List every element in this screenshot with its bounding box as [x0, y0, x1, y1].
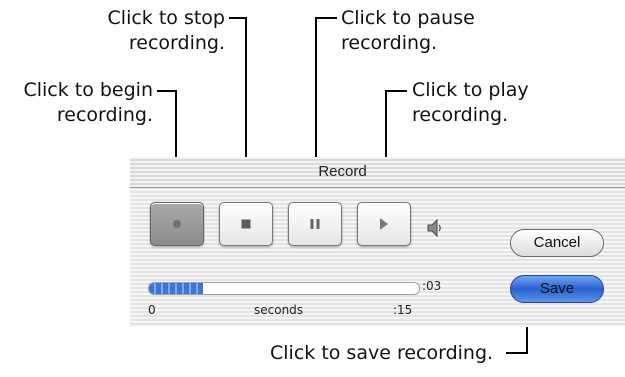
recording-progress-fill: [149, 283, 203, 294]
callout-save-line: Click to save recording.: [270, 342, 494, 364]
progress-end-label: :15: [393, 303, 413, 317]
record-dialog: Record :03 0 seconds :15 Cancel Save: [130, 157, 625, 327]
callout-save: Click to save recording.: [270, 341, 493, 366]
save-button[interactable]: Save: [510, 275, 604, 303]
play-button[interactable]: [357, 202, 411, 246]
stop-button[interactable]: [219, 202, 273, 246]
record-button[interactable]: [150, 202, 204, 246]
pause-button[interactable]: [288, 202, 342, 246]
pause-icon: [310, 219, 320, 229]
dialog-titlebar: Record: [130, 157, 625, 188]
callout-stop-line-1: Click to stop: [107, 7, 225, 29]
leader-pause-horizontal: [315, 17, 337, 19]
play-icon: [380, 218, 388, 230]
callout-pause-line-1: Click to pause: [341, 7, 475, 29]
progress-start-label: 0: [148, 303, 156, 317]
leader-begin-horizontal: [157, 90, 177, 92]
callout-stop: Click to stop recording.: [97, 6, 225, 56]
cancel-button[interactable]: Cancel: [510, 229, 604, 257]
callout-begin-line-2: recording.: [56, 104, 153, 126]
callout-pause-line-2: recording.: [341, 32, 438, 54]
record-icon: [173, 220, 181, 228]
recording-progress-bar: [148, 282, 420, 295]
callout-play-line-2: recording.: [412, 104, 509, 126]
speaker-icon: [427, 219, 441, 237]
callout-begin-line-1: Click to begin: [23, 79, 153, 101]
callout-begin: Click to begin recording.: [8, 78, 153, 128]
dialog-title: Record: [318, 163, 367, 180]
callout-play: Click to play recording.: [412, 78, 529, 128]
dialog-title-wrap: Record: [130, 163, 625, 180]
callout-play-line-1: Click to play: [412, 79, 529, 101]
leader-play-horizontal: [385, 90, 407, 92]
callout-pause: Click to pause recording.: [341, 6, 475, 56]
leader-save-horizontal: [506, 352, 528, 354]
stop-icon: [241, 219, 251, 229]
progress-unit-label: seconds: [254, 303, 304, 317]
elapsed-time-label: :03: [422, 279, 442, 293]
callout-stop-line-2: recording.: [128, 32, 225, 54]
